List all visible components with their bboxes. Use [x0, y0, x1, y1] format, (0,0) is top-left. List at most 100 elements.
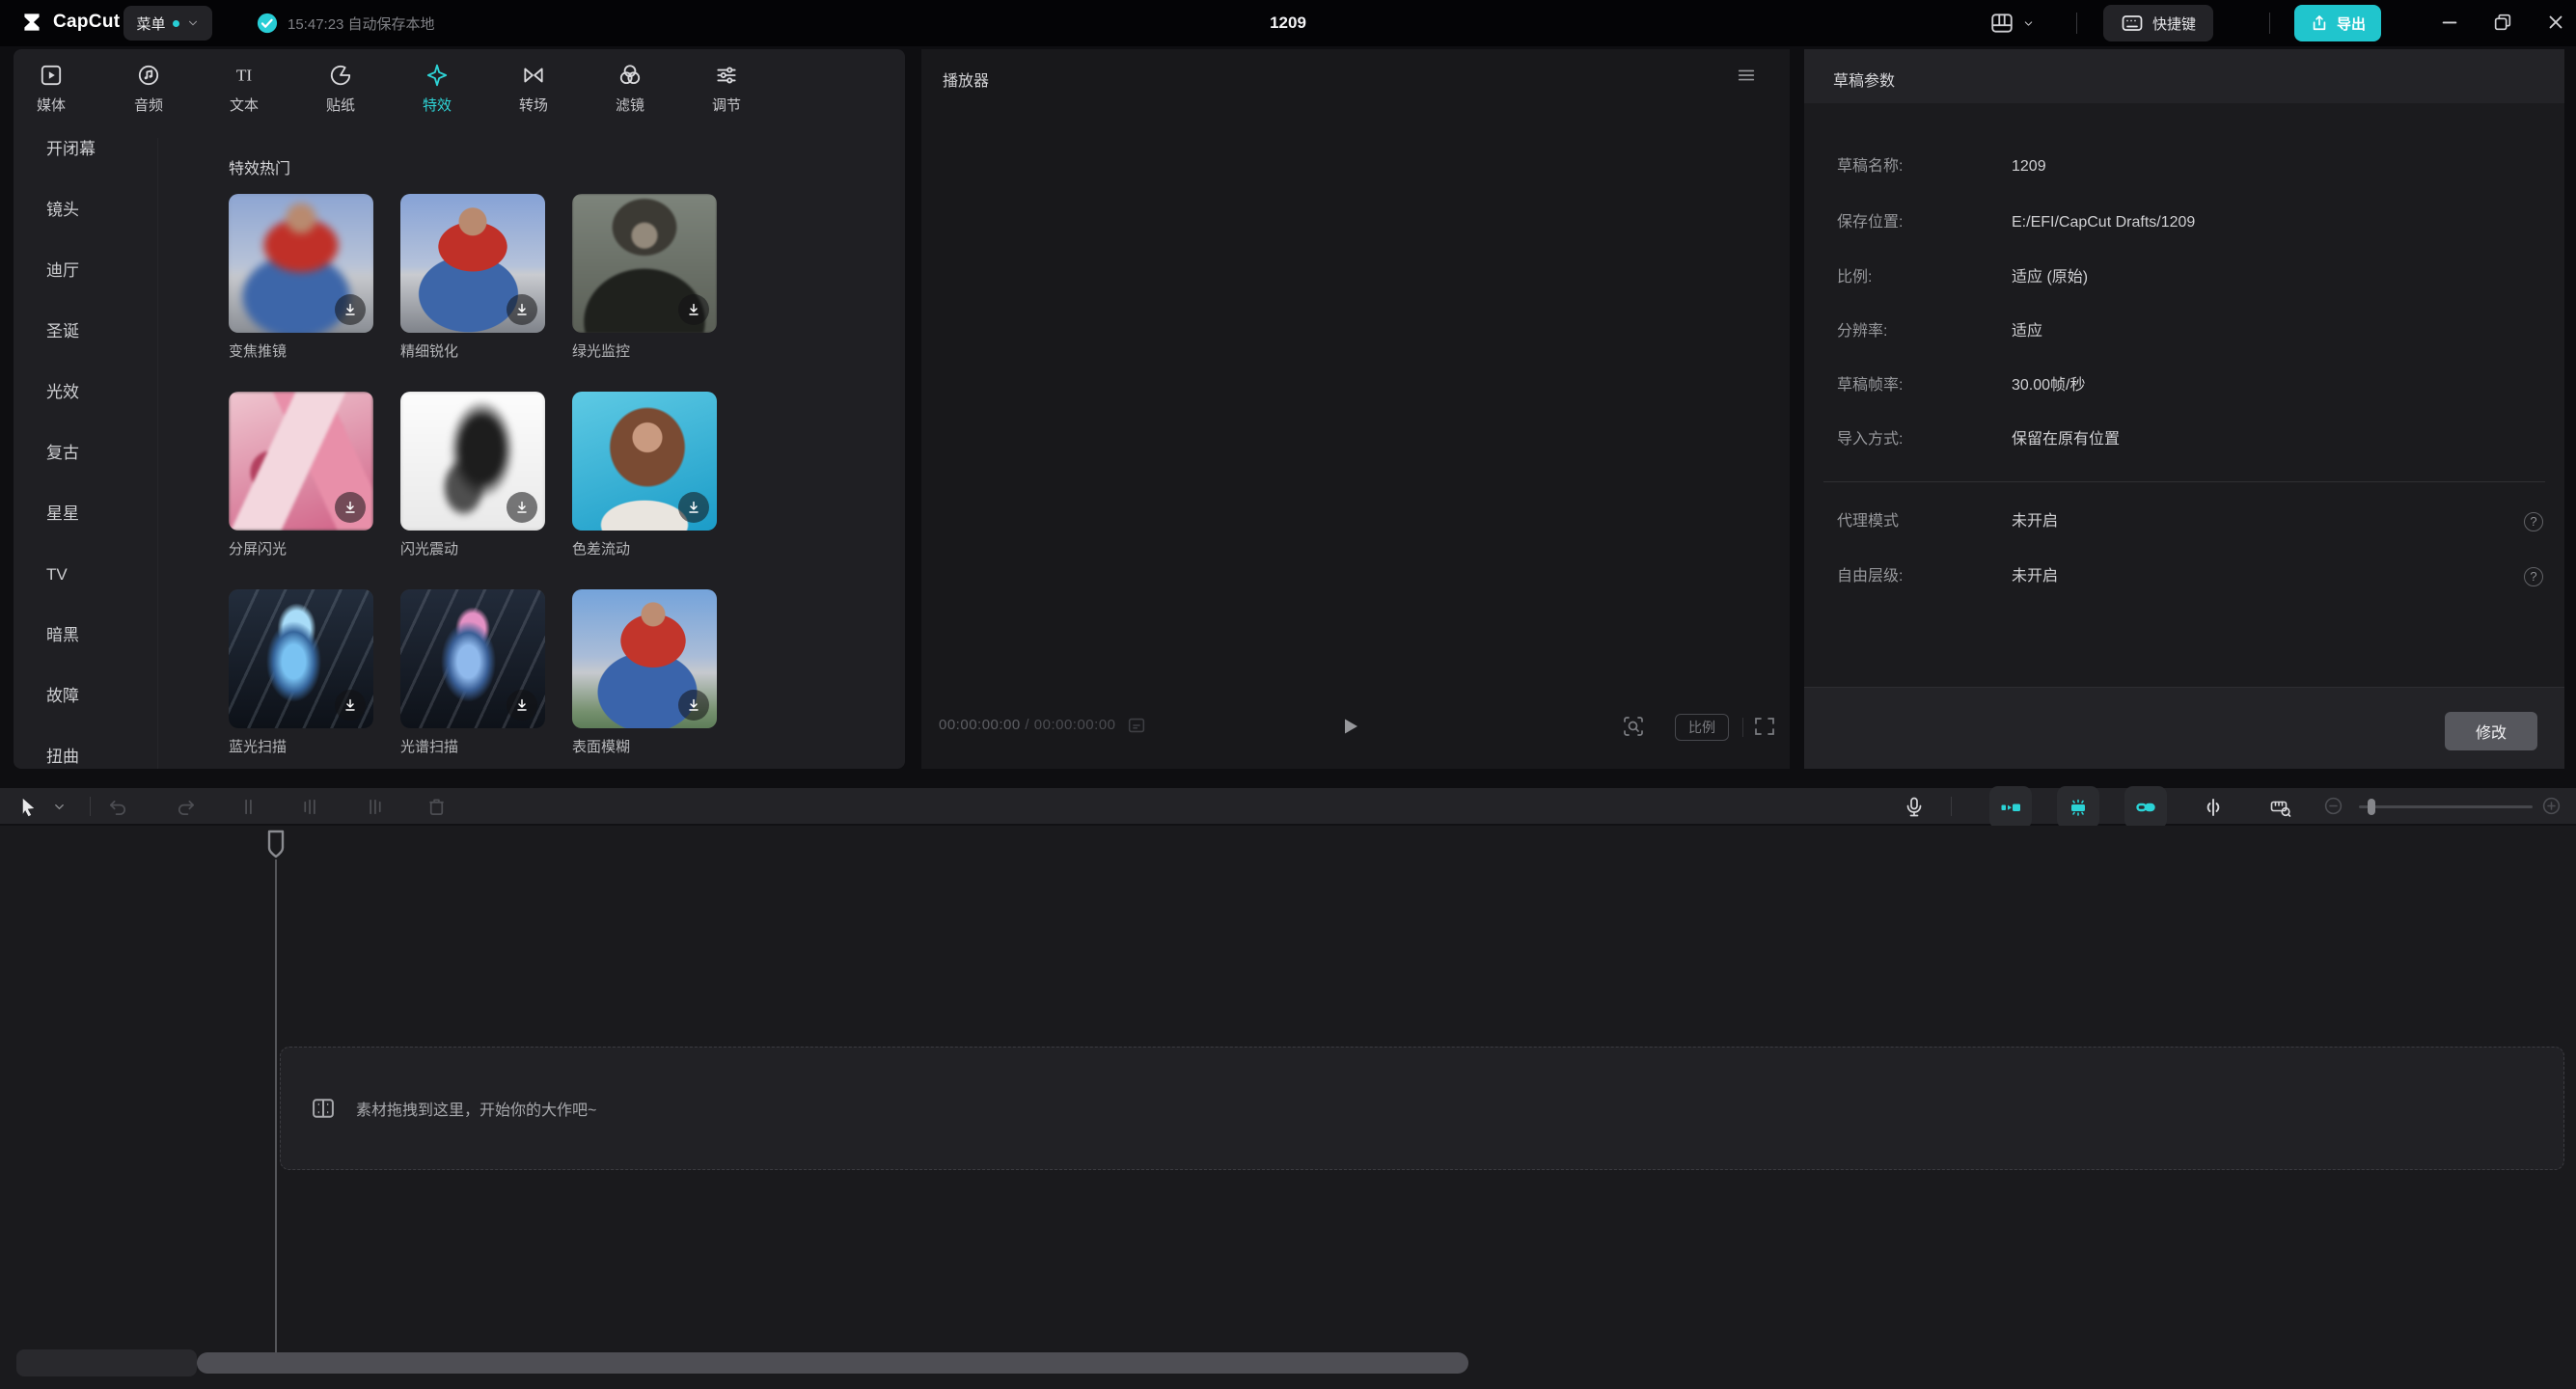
media-drop-zone[interactable]: 素材拖拽到这里，开始你的大作吧~ [280, 1047, 2564, 1170]
menu-button[interactable]: 菜单 [123, 6, 212, 41]
tab-transition[interactable]: 转场 [497, 63, 570, 124]
draft-params-header: 草稿参数 [1804, 49, 2564, 103]
category-opening-closing[interactable]: 开闭幕 [46, 138, 96, 161]
effect-card[interactable]: 变焦推镜 [229, 194, 373, 360]
effect-card[interactable]: 精细锐化 [400, 194, 545, 360]
effect-card[interactable]: 蓝光扫描 [229, 589, 373, 755]
effect-thumbnail[interactable] [572, 392, 717, 531]
svg-text:TI: TI [236, 66, 253, 84]
effect-card[interactable]: 绿光监控 [572, 194, 717, 360]
tab-label: 贴纸 [325, 97, 355, 114]
effect-thumbnail[interactable] [229, 392, 373, 531]
download-icon[interactable] [507, 294, 537, 325]
help-icon[interactable]: ? [2524, 567, 2543, 586]
tab-effects[interactable]: 特效 [400, 63, 474, 124]
zoom-out-icon[interactable] [2323, 796, 2343, 816]
delete-right-icon[interactable] [363, 796, 385, 818]
fullscreen-icon[interactable] [1753, 715, 1776, 738]
playhead-handle[interactable] [265, 830, 287, 858]
title-bar: CapCut 菜单 15:47:23 自动保存本地 1209 快捷键 导出 [0, 0, 2576, 46]
tab-audio[interactable]: 音频 [112, 63, 185, 124]
category-retro[interactable]: 复古 [46, 442, 79, 465]
category-distort[interactable]: 扭曲 [46, 746, 79, 769]
category-glitch[interactable]: 故障 [46, 685, 79, 708]
shortcuts-button[interactable]: 快捷键 [2103, 5, 2214, 41]
zoom-in-icon[interactable] [2541, 796, 2562, 816]
timeline-area[interactable]: 素材拖拽到这里，开始你的大作吧~ [0, 826, 2576, 1389]
effect-thumbnail[interactable] [229, 589, 373, 728]
param-value: 未开启 [2012, 568, 2059, 585]
effect-card[interactable]: 闪光震动 [400, 392, 545, 558]
effect-thumbnail[interactable] [572, 194, 717, 333]
tab-sticker[interactable]: 贴纸 [304, 63, 377, 124]
effect-thumbnail[interactable] [400, 194, 545, 333]
preview-axis-icon[interactable] [2202, 796, 2225, 819]
close-button[interactable] [2545, 12, 2566, 33]
download-icon[interactable] [507, 492, 537, 523]
horizontal-scrollbar[interactable] [197, 1352, 1468, 1374]
download-icon[interactable] [335, 690, 366, 721]
effect-thumbnail[interactable] [400, 589, 545, 728]
timeline-zoom-slider-thumb[interactable] [2368, 799, 2375, 815]
category-christmas[interactable]: 圣诞 [46, 320, 79, 343]
effect-card[interactable]: 表面模糊 [572, 589, 717, 755]
delete-left-icon[interactable] [300, 796, 322, 818]
modify-button[interactable]: 修改 [2445, 712, 2537, 750]
window-title: 1209 [1270, 14, 1306, 32]
toolbar-divider [2269, 13, 2270, 34]
download-icon[interactable] [678, 690, 709, 721]
effect-card[interactable]: 光谱扫描 [400, 589, 545, 755]
chevron-down-icon [188, 20, 197, 26]
ratio-button[interactable]: 比例 [1675, 714, 1729, 741]
category-tv[interactable]: TV [46, 563, 68, 586]
select-tool-icon[interactable] [17, 796, 40, 818]
focus-zoom-icon[interactable] [1622, 715, 1645, 738]
tab-text[interactable]: TI 文本 [207, 63, 281, 124]
effect-name: 色差流动 [572, 541, 631, 558]
undo-icon[interactable] [107, 796, 129, 818]
timeline-zoom-fit-icon[interactable] [2269, 796, 2292, 819]
player-menu-icon[interactable] [1736, 65, 1757, 86]
chevron-down-icon[interactable] [52, 796, 67, 818]
redo-icon[interactable] [175, 796, 197, 818]
autosave-status: 15:47:23 自动保存本地 [257, 13, 435, 34]
category-disco[interactable]: 迪厅 [46, 259, 79, 283]
download-icon[interactable] [335, 492, 366, 523]
tab-adjust[interactable]: 调节 [690, 63, 763, 124]
category-camera[interactable]: 镜头 [46, 199, 79, 222]
effect-card[interactable]: 色差流动 [572, 392, 717, 558]
effect-card[interactable]: 分屏闪光 [229, 392, 373, 558]
effect-thumbnail[interactable] [572, 589, 717, 728]
link-toggle[interactable] [2124, 786, 2167, 829]
record-voiceover-icon[interactable] [1903, 796, 1926, 819]
download-icon[interactable] [678, 294, 709, 325]
transition-icon [524, 68, 543, 83]
snap-toggle[interactable] [1989, 786, 2032, 829]
split-icon[interactable] [237, 796, 260, 818]
main-track-magnet-toggle[interactable] [2057, 786, 2099, 829]
download-icon[interactable] [335, 294, 366, 325]
category-dark[interactable]: 暗黑 [46, 624, 79, 647]
layout-switcher[interactable] [1989, 11, 2035, 36]
tab-label: 转场 [518, 97, 548, 114]
download-icon[interactable] [507, 690, 537, 721]
timecode-total: 00:00:00:00 [1033, 717, 1116, 733]
param-row-proxy: 代理模式 未开启 ? [1804, 509, 2564, 534]
playhead-line[interactable] [275, 859, 277, 1358]
minimize-button[interactable] [2439, 12, 2460, 33]
delete-icon[interactable] [425, 796, 448, 818]
tab-filter[interactable]: 滤镜 [593, 63, 667, 124]
download-icon[interactable] [678, 492, 709, 523]
tab-media[interactable]: 媒体 [14, 63, 88, 124]
play-button[interactable] [1338, 715, 1361, 738]
param-value: 1209 [2012, 158, 2046, 175]
preview-quality-icon[interactable] [1126, 715, 1147, 736]
category-stars[interactable]: 星星 [46, 503, 79, 526]
category-light[interactable]: 光效 [46, 381, 79, 404]
effect-thumbnail[interactable] [400, 392, 545, 531]
timeline-zoom-slider[interactable] [2359, 805, 2533, 808]
restore-button[interactable] [2492, 12, 2513, 33]
export-button[interactable]: 导出 [2294, 5, 2382, 41]
effect-thumbnail[interactable] [229, 194, 373, 333]
help-icon[interactable]: ? [2524, 512, 2543, 531]
